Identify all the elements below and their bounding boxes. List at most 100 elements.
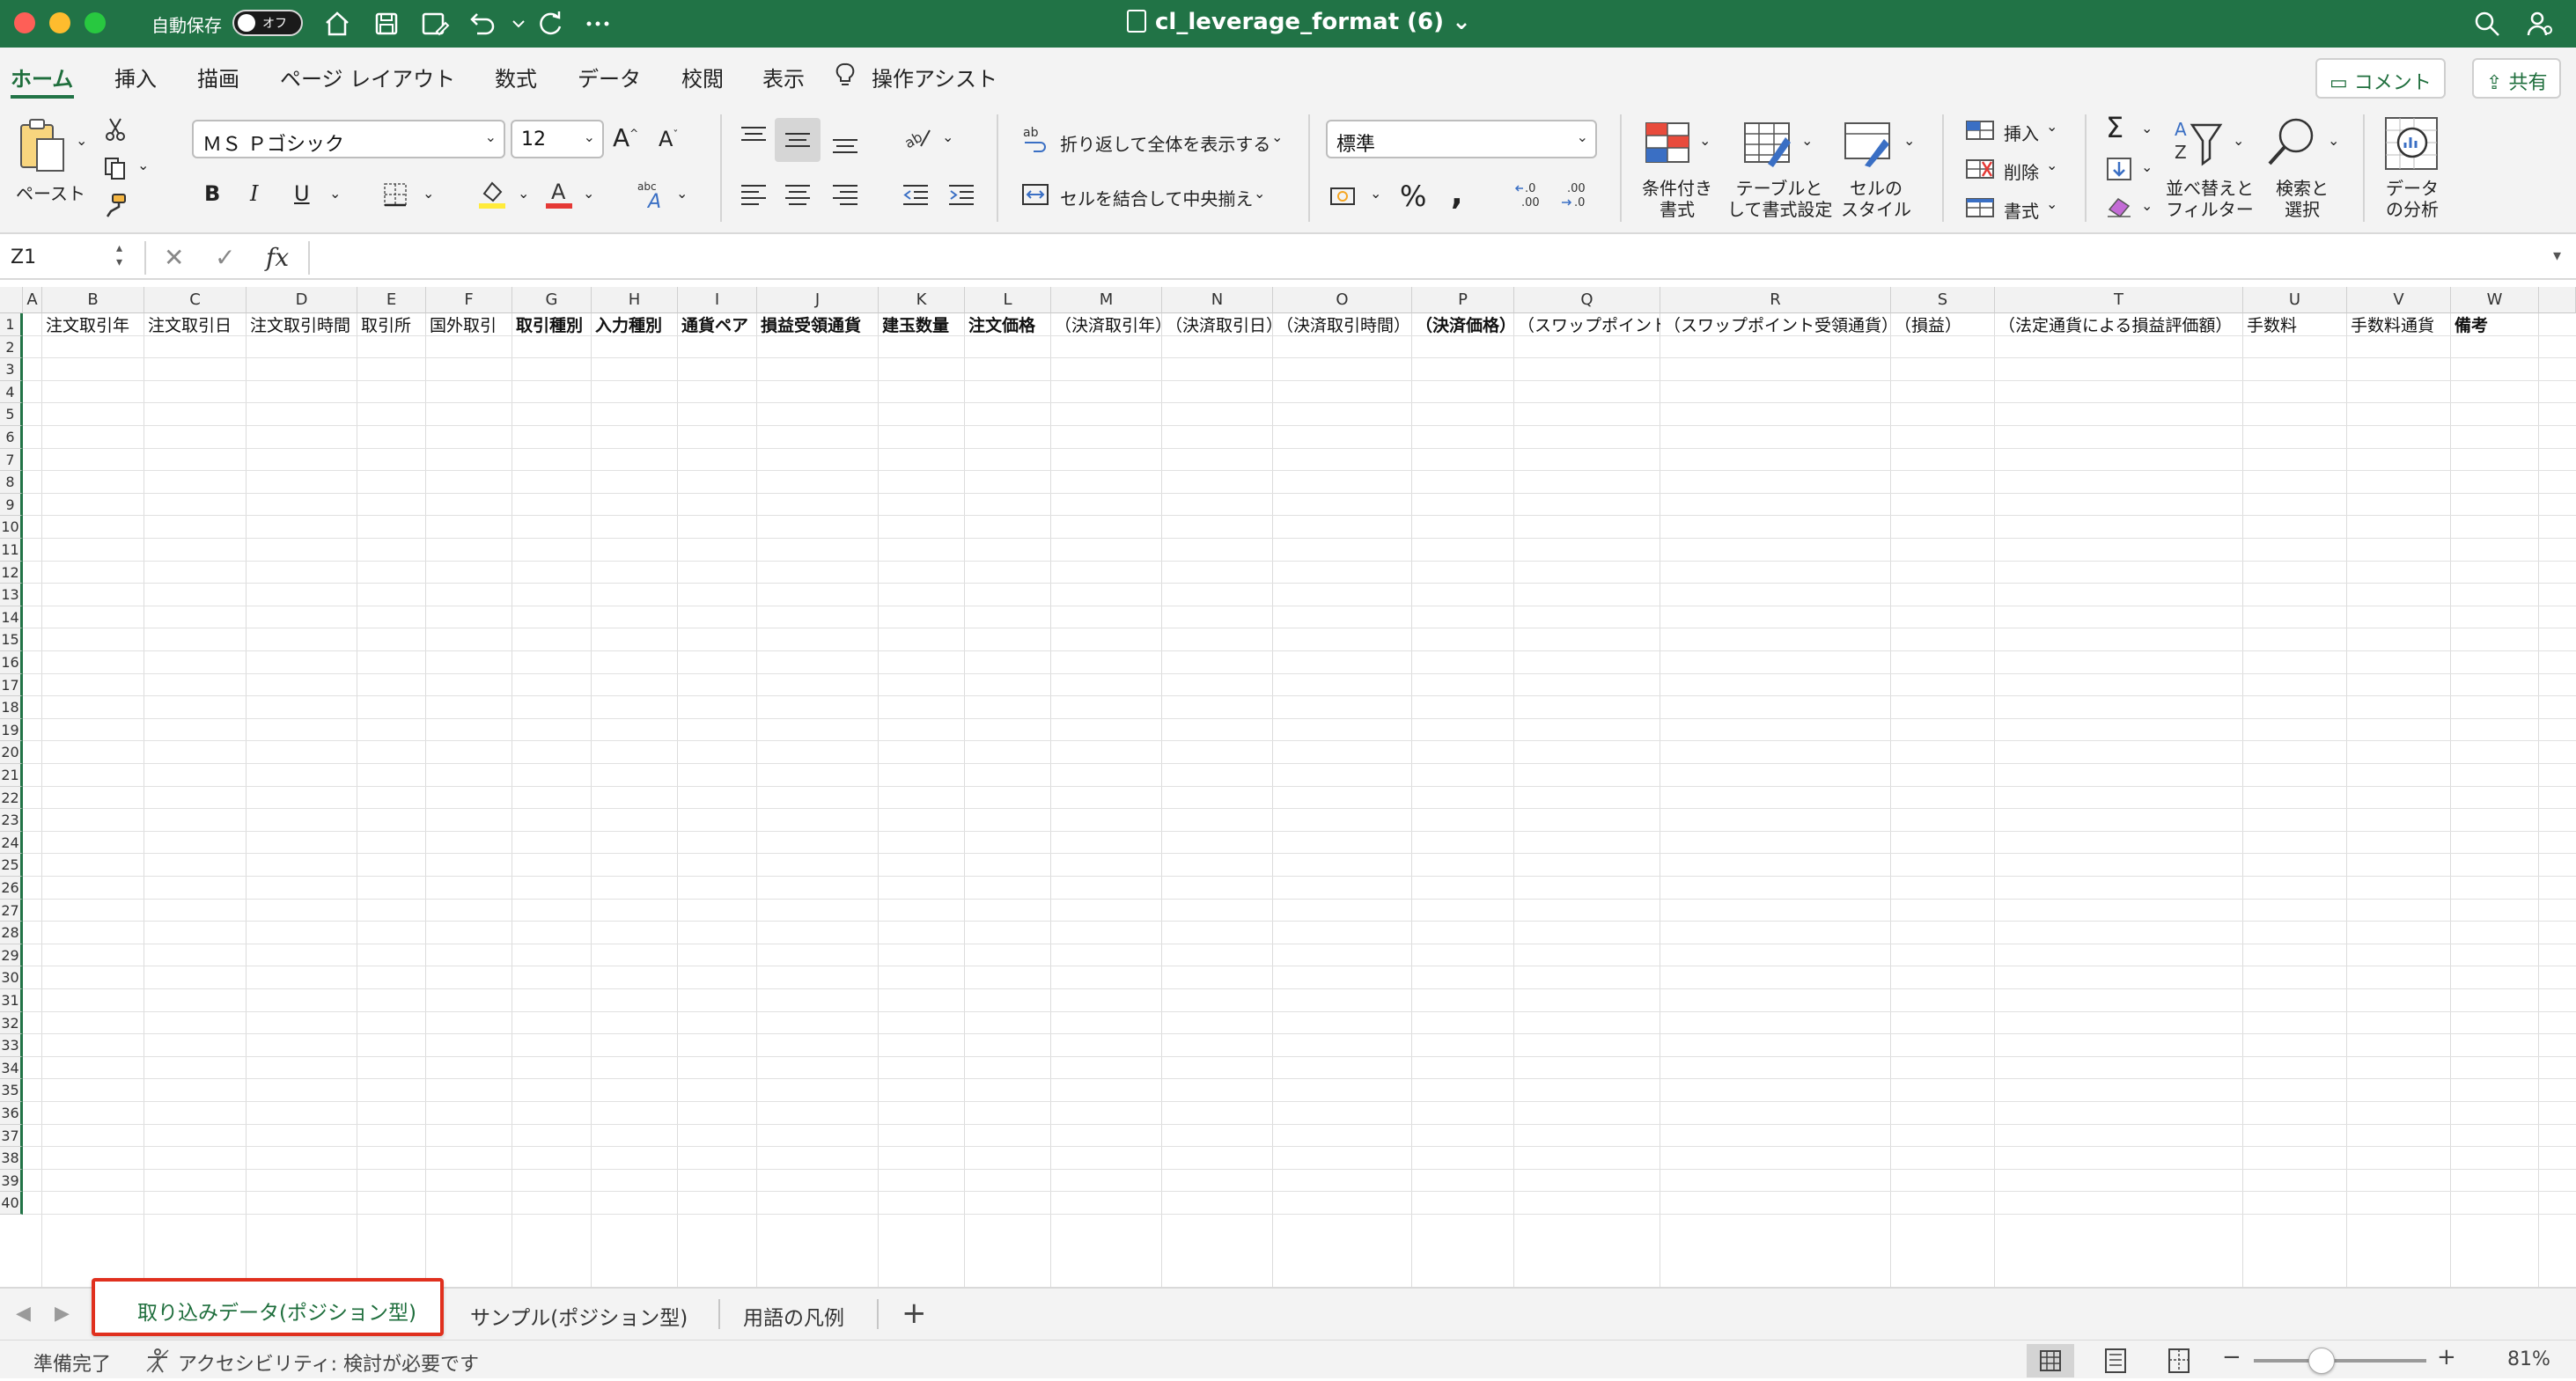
format-as-table-icon[interactable] [1741,118,1796,169]
row-header[interactable]: 39 [0,1169,23,1193]
row-header[interactable]: 5 [0,403,23,426]
format-dropdown-icon[interactable]: ⌄ [2046,195,2057,212]
redo-icon[interactable] [534,7,567,40]
column-header-l[interactable]: L [965,287,1051,313]
underline-button[interactable]: U [294,181,310,206]
borders-dropdown-icon[interactable]: ⌄ [423,185,434,202]
column-header-h[interactable]: H [592,287,678,313]
column-header-n[interactable]: N [1162,287,1273,313]
row-header[interactable]: 31 [0,989,23,1012]
tab-draw[interactable]: 描画 [197,62,239,92]
row-header[interactable]: 21 [0,764,23,787]
column-header-g[interactable]: G [512,287,592,313]
comma-style-icon[interactable]: , [1451,176,1463,212]
increase-indent-icon[interactable] [947,183,975,206]
align-top-icon[interactable] [740,125,768,148]
header-cell-v[interactable]: 手数料通貨 [2347,315,2451,336]
row-header[interactable]: 27 [0,899,23,922]
insert-cells-label[interactable]: 挿入 [2004,120,2039,145]
undo-dropdown-icon[interactable] [502,7,525,40]
zoom-in-icon[interactable]: + [2437,1344,2456,1370]
header-cell-n[interactable]: （決済取引日） [1162,315,1273,336]
find-select-icon[interactable] [2264,114,2319,169]
header-cell-h[interactable]: 入力種別 [592,315,678,336]
row-header[interactable]: 20 [0,741,23,764]
row-header[interactable]: 13 [0,584,23,606]
row-header[interactable]: 2 [0,335,23,359]
column-header-d[interactable]: D [247,287,357,313]
row-header[interactable]: 8 [0,471,23,494]
row-header[interactable]: 25 [0,854,23,877]
account-icon[interactable] [2523,7,2557,40]
header-cell-s[interactable]: （損益） [1891,315,1995,336]
phonetic-guide-icon[interactable]: abc A [636,180,671,211]
row-header[interactable]: 19 [0,718,23,742]
column-header-o[interactable]: O [1273,287,1412,313]
row-header[interactable]: 22 [0,786,23,810]
row-header[interactable]: 14 [0,606,23,629]
wrap-text-label[interactable]: 折り返して全体を表示する [1060,130,1270,156]
copy-icon[interactable] [102,155,129,181]
header-cell-c[interactable]: 注文取引日 [144,315,247,336]
zoom-slider-track[interactable] [2254,1359,2426,1363]
row-header[interactable]: 1 [0,313,23,336]
row-header[interactable]: 7 [0,448,23,472]
row-header[interactable]: 28 [0,922,23,944]
column-header-w[interactable]: W [2451,287,2539,313]
column-header-u[interactable]: U [2243,287,2347,313]
delete-cells-icon[interactable] [1965,157,1995,181]
header-cell-w[interactable]: 備考 [2451,315,2539,336]
bold-button[interactable]: B [204,181,220,206]
column-header-s[interactable]: S [1891,287,1995,313]
row-header[interactable]: 23 [0,809,23,832]
percent-style-icon[interactable]: % [1400,180,1426,213]
copy-dropdown-icon[interactable]: ⌄ [137,157,149,173]
delete-cells-label[interactable]: 削除 [2004,158,2039,184]
header-cell-m[interactable]: （決済取引年） [1051,315,1162,336]
zoom-out-icon[interactable]: − [2222,1344,2241,1370]
column-header-j[interactable]: J [757,287,879,313]
currency-dropdown-icon[interactable]: ⌄ [1370,185,1381,202]
tab-home[interactable]: ホーム [11,62,73,92]
align-middle-icon[interactable] [784,129,812,151]
insert-function-icon[interactable]: fx [266,243,289,272]
row-header[interactable]: 9 [0,493,23,517]
row-header[interactable]: 15 [0,628,23,651]
share-button[interactable]: ⇪ 共有 [2472,58,2562,99]
add-sheet-button[interactable]: + [902,1296,927,1331]
zoom-window-button[interactable] [85,12,106,33]
header-cell-o[interactable]: （決済取引時間） [1273,315,1412,336]
header-cell-k[interactable]: 建玉数量 [879,315,965,336]
save-icon[interactable] [370,7,403,40]
home-icon[interactable] [320,7,354,40]
header-cell-u[interactable]: 手数料 [2243,315,2347,336]
row-header[interactable]: 26 [0,877,23,900]
tab-review[interactable]: 校閲 [681,62,724,92]
comments-button[interactable]: ▭ コメント [2315,58,2446,99]
column-header-v[interactable]: V [2347,287,2451,313]
header-cell-l[interactable]: 注文価格 [965,315,1051,336]
insert-dropdown-icon[interactable]: ⌄ [2046,118,2057,135]
cut-icon[interactable] [102,116,129,143]
column-header-p[interactable]: P [1412,287,1514,313]
page-break-view-button[interactable] [2155,1344,2203,1377]
phonetic-dropdown-icon[interactable]: ⌄ [676,185,688,202]
decrease-font-size-icon[interactable]: Aˇ [659,127,678,151]
row-header[interactable]: 6 [0,426,23,449]
prev-sheet-icon[interactable]: ◀ [16,1303,31,1325]
row-header[interactable]: 35 [0,1079,23,1102]
fill-color-icon[interactable] [477,178,507,209]
header-cell-f[interactable]: 国外取引 [426,315,512,336]
merge-center-icon[interactable] [1021,181,1049,208]
column-header-a[interactable]: A [23,287,42,313]
merge-dropdown-icon[interactable]: ⌄ [1254,185,1265,202]
wrap-text-icon[interactable]: ab [1021,125,1049,153]
header-cell-q[interactable]: （スワップポイント） [1514,315,1660,336]
document-title[interactable]: cl_leverage_format (6) ⌄ [1127,9,1471,35]
zoom-slider-knob[interactable] [2308,1348,2336,1374]
align-right-icon[interactable] [831,183,859,206]
tab-data[interactable]: データ [578,62,641,92]
row-header[interactable]: 16 [0,651,23,674]
column-header-e[interactable]: E [357,287,426,313]
row-header[interactable]: 38 [0,1147,23,1170]
